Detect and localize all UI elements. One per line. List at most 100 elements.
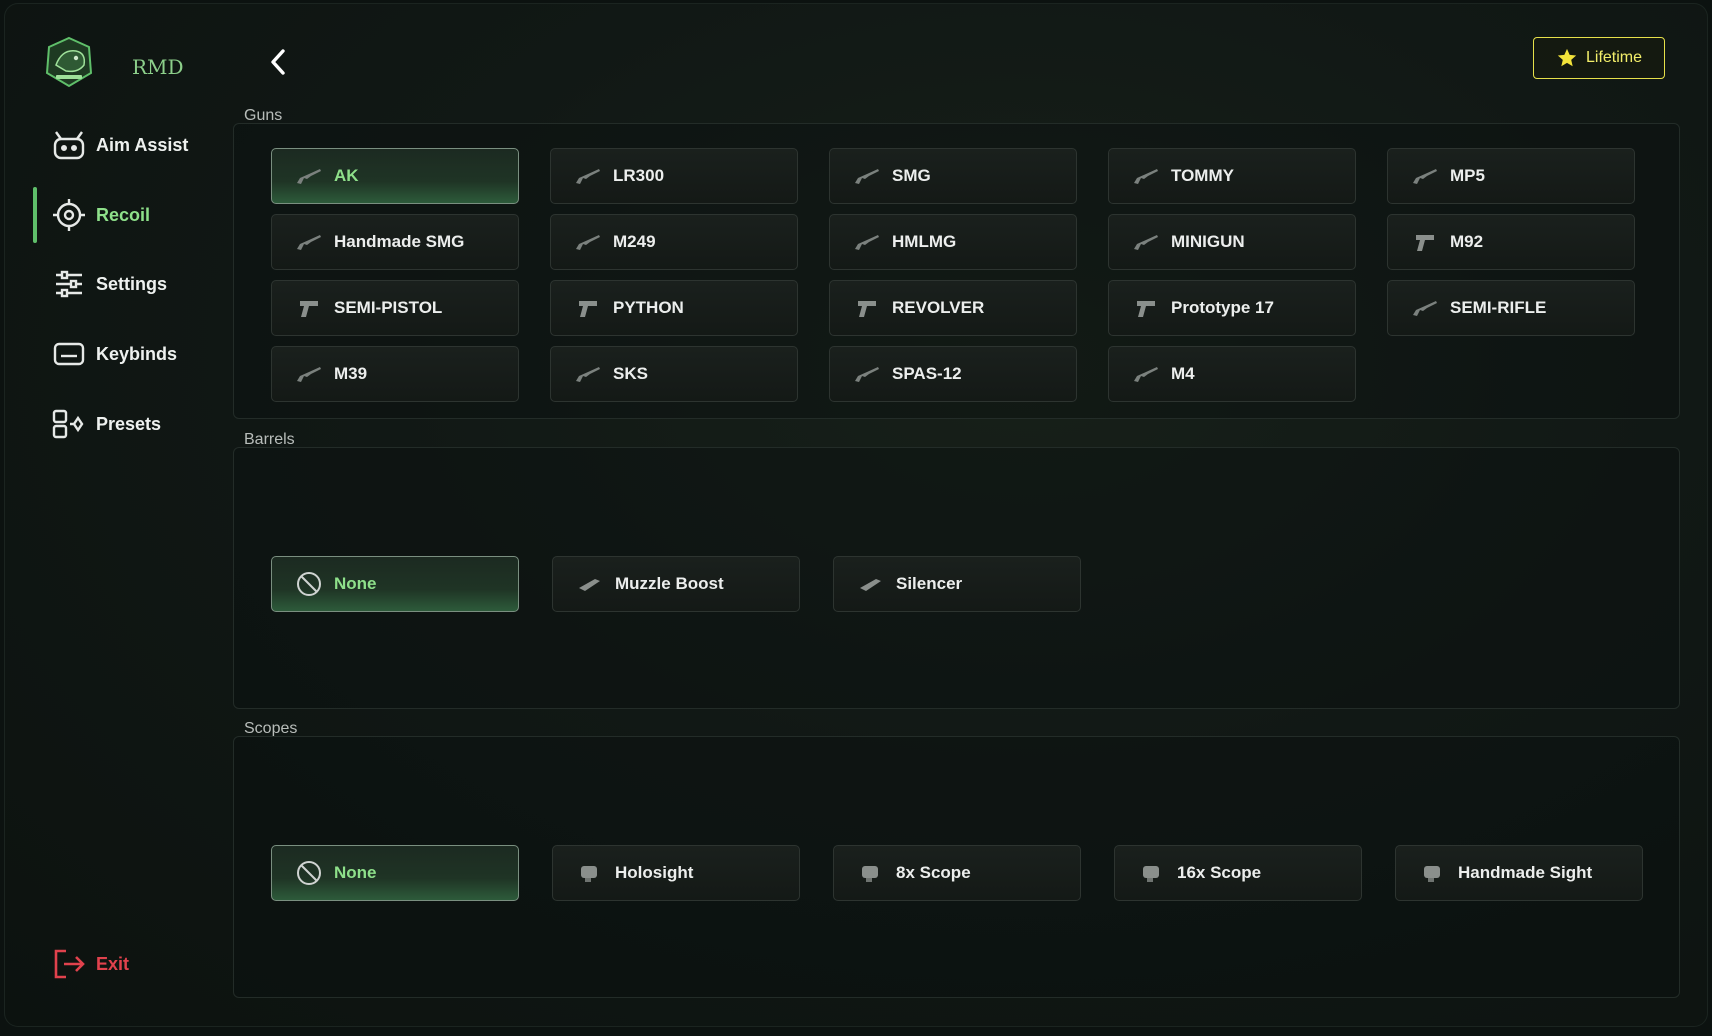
option-label: SMG (892, 166, 931, 185)
exit-label: Exit (96, 953, 130, 974)
option-label: Muzzle Boost (615, 574, 724, 593)
option-lr300[interactable]: LR300 (550, 148, 798, 204)
option-m39[interactable]: M39 (271, 346, 519, 402)
option-label: SPAS-12 (892, 364, 962, 383)
option-label: Holosight (615, 863, 694, 882)
nav-exit[interactable]: Exit (52, 947, 129, 981)
option-label: Handmade Sight (1458, 863, 1593, 882)
back-chevron-icon[interactable] (266, 47, 290, 77)
option-none[interactable]: None (271, 556, 519, 612)
option-spas-12[interactable]: SPAS-12 (829, 346, 1077, 402)
rifle-icon (294, 164, 324, 188)
option-label: MP5 (1450, 166, 1485, 185)
option-handmade-smg[interactable]: Handmade SMG (271, 214, 519, 270)
rifle-icon (1410, 164, 1440, 188)
scope-icon (856, 861, 886, 885)
option-sks[interactable]: SKS (550, 346, 798, 402)
sliders-icon (52, 267, 86, 301)
rifle-icon (294, 230, 324, 254)
nav-aim-assist[interactable]: Aim Assist (52, 128, 188, 162)
pistol-icon (1131, 296, 1161, 320)
lifetime-label: Lifetime (1585, 49, 1643, 66)
option-label: PYTHON (613, 298, 684, 317)
scope-icon (575, 861, 605, 885)
rifle-icon (294, 362, 324, 386)
rifle-icon (852, 362, 882, 386)
option-label: Handmade SMG (334, 232, 465, 251)
logo-icon (45, 36, 93, 88)
option-ak[interactable]: AK (271, 148, 519, 204)
nav-settings[interactable]: Settings (52, 267, 167, 301)
pistol-icon (573, 296, 603, 320)
rifle-icon (1410, 296, 1440, 320)
none-icon (294, 572, 324, 596)
rifle-icon (573, 362, 603, 386)
option-label: None (334, 574, 377, 593)
active-indicator (33, 187, 37, 243)
option-mp5[interactable]: MP5 (1387, 148, 1635, 204)
option-label: TOMMY (1171, 166, 1234, 185)
option-label: LR300 (613, 166, 665, 185)
nav-label: Settings (96, 273, 168, 294)
option-hmlmg[interactable]: HMLMG (829, 214, 1077, 270)
option-muzzle-boost[interactable]: Muzzle Boost (552, 556, 800, 612)
pistol-icon (852, 296, 882, 320)
option-semi-rifle[interactable]: SEMI-RIFLE (1387, 280, 1635, 336)
scope-icon (1418, 861, 1448, 885)
option-minigun[interactable]: MINIGUN (1108, 214, 1356, 270)
nav-presets[interactable]: Presets (52, 407, 161, 441)
lifetime-badge[interactable]: Lifetime (1533, 37, 1665, 79)
none-icon (294, 861, 324, 885)
option-label: None (334, 863, 377, 882)
rifle-icon (852, 164, 882, 188)
rifle-icon (573, 164, 603, 188)
option-tommy[interactable]: TOMMY (1108, 148, 1356, 204)
nav-keybinds[interactable]: Keybinds (52, 337, 177, 371)
pistol-icon (1410, 230, 1440, 254)
option-8x-scope[interactable]: 8x Scope (833, 845, 1081, 901)
option-label: SKS (613, 364, 648, 383)
barrels-panel: None Muzzle Boost Silencer (233, 447, 1680, 709)
option-python[interactable]: PYTHON (550, 280, 798, 336)
option-handmade-sight[interactable]: Handmade Sight (1395, 845, 1643, 901)
option-label: Silencer (896, 574, 963, 593)
option-label: SEMI-RIFLE (1450, 298, 1547, 317)
option-none[interactable]: None (271, 845, 519, 901)
option-m249[interactable]: M249 (550, 214, 798, 270)
option-m92[interactable]: M92 (1387, 214, 1635, 270)
rifle-icon (1131, 164, 1161, 188)
barrel-icon (856, 572, 886, 596)
rifle-icon (573, 230, 603, 254)
option-label: M39 (334, 364, 368, 383)
option-m4[interactable]: M4 (1108, 346, 1356, 402)
option-holosight[interactable]: Holosight (552, 845, 800, 901)
star-icon (1557, 48, 1577, 67)
barrel-icon (575, 572, 605, 596)
nav-label: Aim Assist (96, 134, 189, 155)
option-label: Prototype 17 (1171, 298, 1274, 317)
option-label: M4 (1171, 364, 1195, 383)
app-window: RMD Aim Assist Recoil Settings Keybinds … (4, 3, 1708, 1027)
option-label: HMLMG (892, 232, 957, 251)
scope-icon (1137, 861, 1167, 885)
brand-title: RMD (132, 55, 184, 79)
nav-label: Presets (96, 413, 162, 434)
rifle-icon (852, 230, 882, 254)
option-label: 8x Scope (896, 863, 971, 882)
option-16x-scope[interactable]: 16x Scope (1114, 845, 1362, 901)
option-label: 16x Scope (1177, 863, 1262, 882)
option-revolver[interactable]: REVOLVER (829, 280, 1077, 336)
option-semi-pistol[interactable]: SEMI-PISTOL (271, 280, 519, 336)
option-smg[interactable]: SMG (829, 148, 1077, 204)
option-prototype-17[interactable]: Prototype 17 (1108, 280, 1356, 336)
guns-panel: AK LR300 SMG TOMMY MP5 Handmade SMG M249 HMLMG M… (233, 123, 1680, 419)
rifle-icon (1131, 362, 1161, 386)
crosshair-icon (52, 198, 86, 232)
option-silencer[interactable]: Silencer (833, 556, 1081, 612)
exit-icon (52, 947, 86, 981)
option-label: AK (334, 166, 359, 185)
option-label: SEMI-PISTOL (334, 298, 443, 317)
keyboard-icon (52, 337, 86, 371)
presets-icon (52, 407, 86, 441)
nav-recoil[interactable]: Recoil (52, 198, 150, 232)
